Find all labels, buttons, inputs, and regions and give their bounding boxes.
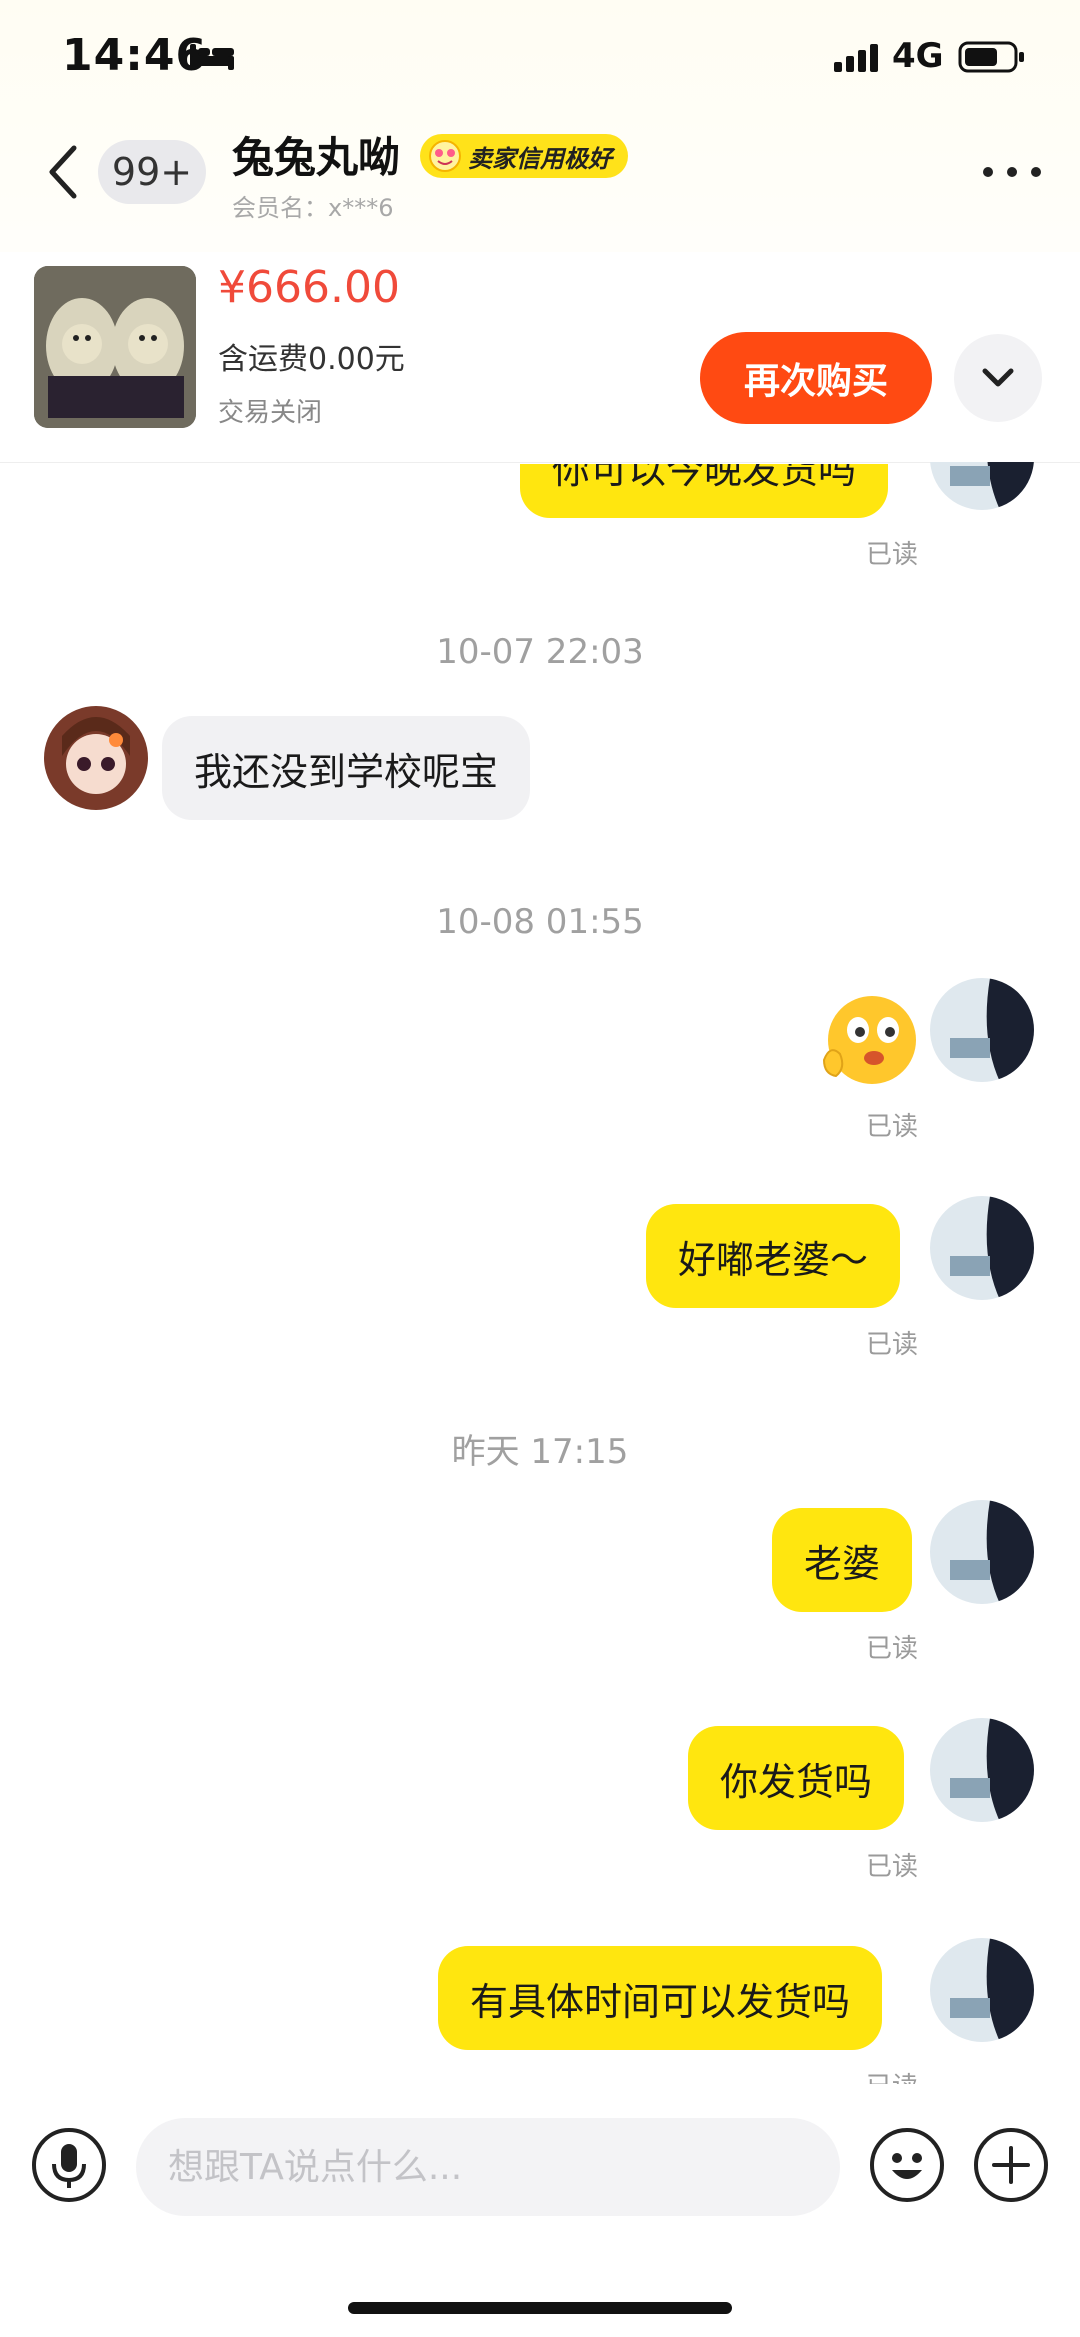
sleep-mode-icon bbox=[190, 44, 234, 70]
sticker-message[interactable] bbox=[816, 990, 920, 1090]
shop-name[interactable]: 兔兔丸呦 bbox=[232, 124, 400, 185]
my-avatar[interactable] bbox=[930, 978, 1034, 1082]
read-receipt: 已读 bbox=[866, 2066, 918, 2084]
message-bubble-mine[interactable]: 有具体时间可以发货吗 bbox=[438, 1946, 883, 2050]
timestamp: 10-08 01:55 bbox=[436, 902, 644, 942]
status-time: 14:46 bbox=[62, 30, 208, 81]
add-attachment-icon[interactable] bbox=[972, 2126, 1050, 2204]
message-input[interactable] bbox=[136, 2118, 840, 2216]
timestamp: 昨天 17:15 bbox=[451, 1432, 629, 1472]
read-receipt: 已读 bbox=[866, 1330, 919, 1360]
smiley-face-icon bbox=[429, 140, 461, 172]
emoji-icon[interactable] bbox=[868, 2126, 946, 2204]
more-options-icon[interactable] bbox=[980, 160, 1044, 184]
seller-avatar[interactable] bbox=[44, 706, 148, 810]
unread-count-badge[interactable]: 99+ bbox=[98, 140, 206, 204]
home-indicator[interactable] bbox=[348, 2302, 732, 2314]
read-receipt: 已读 bbox=[866, 1852, 919, 1882]
chevron-down-icon bbox=[982, 368, 1014, 387]
product-thumbnail[interactable] bbox=[34, 266, 196, 428]
read-receipt: 已读 bbox=[866, 1634, 919, 1664]
seller-credit-badge[interactable]: 卖家信用极好 bbox=[420, 134, 628, 178]
rebuy-button[interactable]: 再次购买 bbox=[700, 332, 932, 424]
emoji-sticker-icon bbox=[822, 996, 916, 1084]
credit-badge-label: 卖家信用极好 bbox=[468, 144, 612, 173]
message-bubble-theirs[interactable]: 我还没到学校呢宝 bbox=[162, 716, 531, 820]
message-bubble-mine[interactable]: 好嘟老婆～ bbox=[646, 1204, 901, 1308]
back-icon[interactable] bbox=[44, 140, 84, 204]
read-receipt: 已读 bbox=[866, 540, 919, 570]
my-avatar[interactable] bbox=[930, 1938, 1034, 2042]
my-avatar[interactable] bbox=[930, 1500, 1034, 1604]
trade-status: 交易关闭 bbox=[218, 398, 323, 428]
member-name: 会员名：x***6 bbox=[232, 194, 394, 222]
message-bubble-mine[interactable]: 你发货吗 bbox=[688, 1726, 905, 1830]
read-receipt: 已读 bbox=[866, 1112, 919, 1142]
my-avatar[interactable] bbox=[930, 1196, 1034, 1300]
message-bubble-mine[interactable]: 老婆 bbox=[772, 1508, 913, 1612]
shipping-fee: 含运费0.00元 bbox=[218, 342, 405, 377]
my-avatar[interactable] bbox=[930, 1718, 1034, 1822]
voice-input-icon[interactable] bbox=[30, 2126, 108, 2204]
bear-plush-image bbox=[34, 266, 196, 428]
battery-icon bbox=[958, 41, 1024, 73]
timestamp: 10-07 22:03 bbox=[436, 632, 644, 672]
product-price: ¥666.00 bbox=[218, 262, 400, 313]
collapse-button[interactable] bbox=[954, 334, 1042, 422]
cellular-signal-icon bbox=[834, 44, 878, 72]
network-type: 4G bbox=[892, 36, 944, 76]
